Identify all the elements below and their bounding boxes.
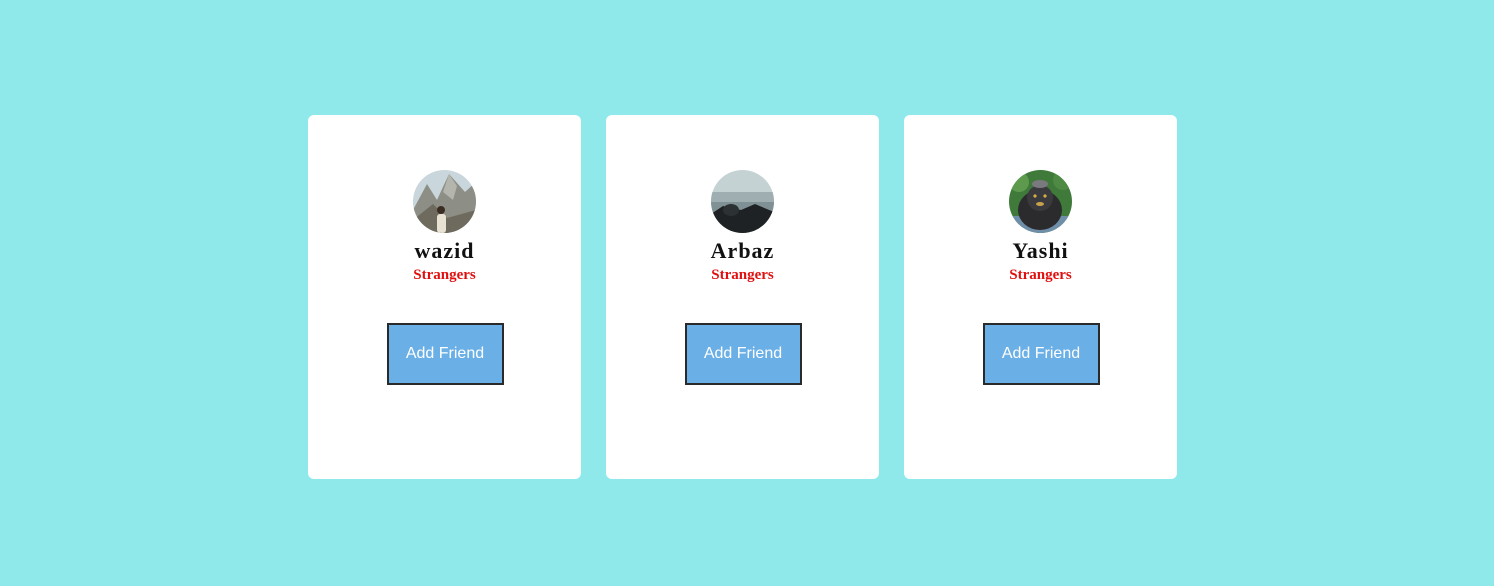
monkey-photo-avatar-icon <box>1009 170 1072 233</box>
lake-landscape-avatar-icon <box>711 170 774 233</box>
friend-status: Strangers <box>413 267 476 283</box>
friend-cards-row: wazid Strangers Add Friend Arbaz Strange… <box>308 115 1177 479</box>
friend-status: Strangers <box>711 267 774 283</box>
friend-status: Strangers <box>1009 267 1072 283</box>
friend-card: wazid Strangers Add Friend <box>308 115 581 479</box>
friend-name: Arbaz <box>710 238 775 263</box>
friend-card: Yashi Strangers Add Friend <box>904 115 1177 479</box>
friend-card: Arbaz Strangers Add Friend <box>606 115 879 479</box>
avatar <box>413 170 476 233</box>
add-friend-button[interactable]: Add Friend <box>386 323 504 385</box>
avatar <box>711 170 774 233</box>
friend-name: Yashi <box>1012 238 1069 263</box>
friend-name: wazid <box>414 238 475 263</box>
avatar <box>1009 170 1072 233</box>
add-friend-button[interactable]: Add Friend <box>684 323 802 385</box>
add-friend-button[interactable]: Add Friend <box>982 323 1100 385</box>
mountain-photo-avatar-icon <box>413 170 476 233</box>
